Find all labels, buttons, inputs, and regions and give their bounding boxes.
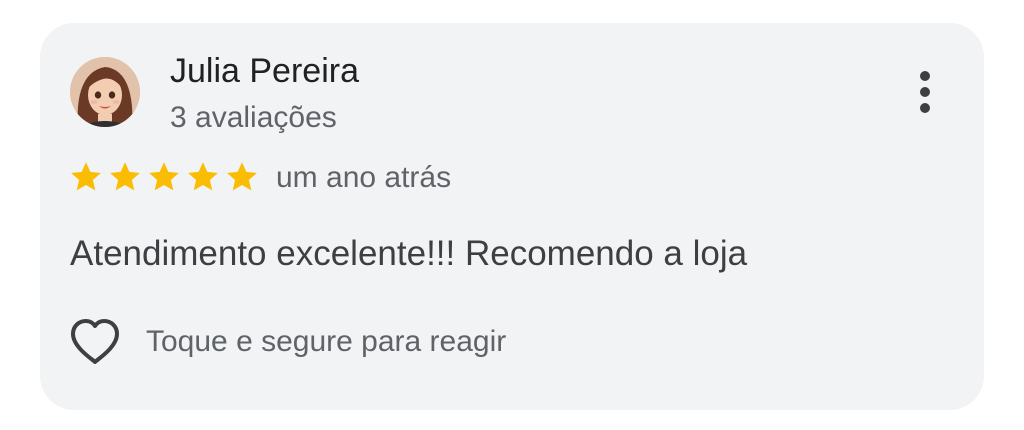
more-options-button[interactable] <box>905 67 945 117</box>
avatar-image <box>70 57 140 127</box>
review-text: Atendimento excelente!!! Recomendo a loj… <box>70 234 748 273</box>
star-icon <box>146 159 182 195</box>
star-icon <box>185 159 221 195</box>
author-review-count: 3 avaliações <box>170 101 337 134</box>
star-icon <box>68 159 104 195</box>
review-time: um ano atrás <box>276 161 452 194</box>
more-vert-icon-dot <box>920 103 930 113</box>
star-icon <box>224 159 260 195</box>
react-button[interactable]: Toque e segure para reagir <box>68 317 506 367</box>
react-label: Toque e segure para reagir <box>146 325 507 358</box>
author-name[interactable]: Julia Pereira <box>170 51 359 91</box>
heart-outline-icon <box>71 319 119 364</box>
avatar[interactable] <box>70 57 140 127</box>
more-vert-icon <box>920 71 930 81</box>
review-card: Julia Pereira 3 avaliações um ano atrás … <box>40 23 984 410</box>
star-icon <box>107 159 143 195</box>
more-vert-icon-dot <box>920 87 930 97</box>
star-rating <box>68 159 260 195</box>
